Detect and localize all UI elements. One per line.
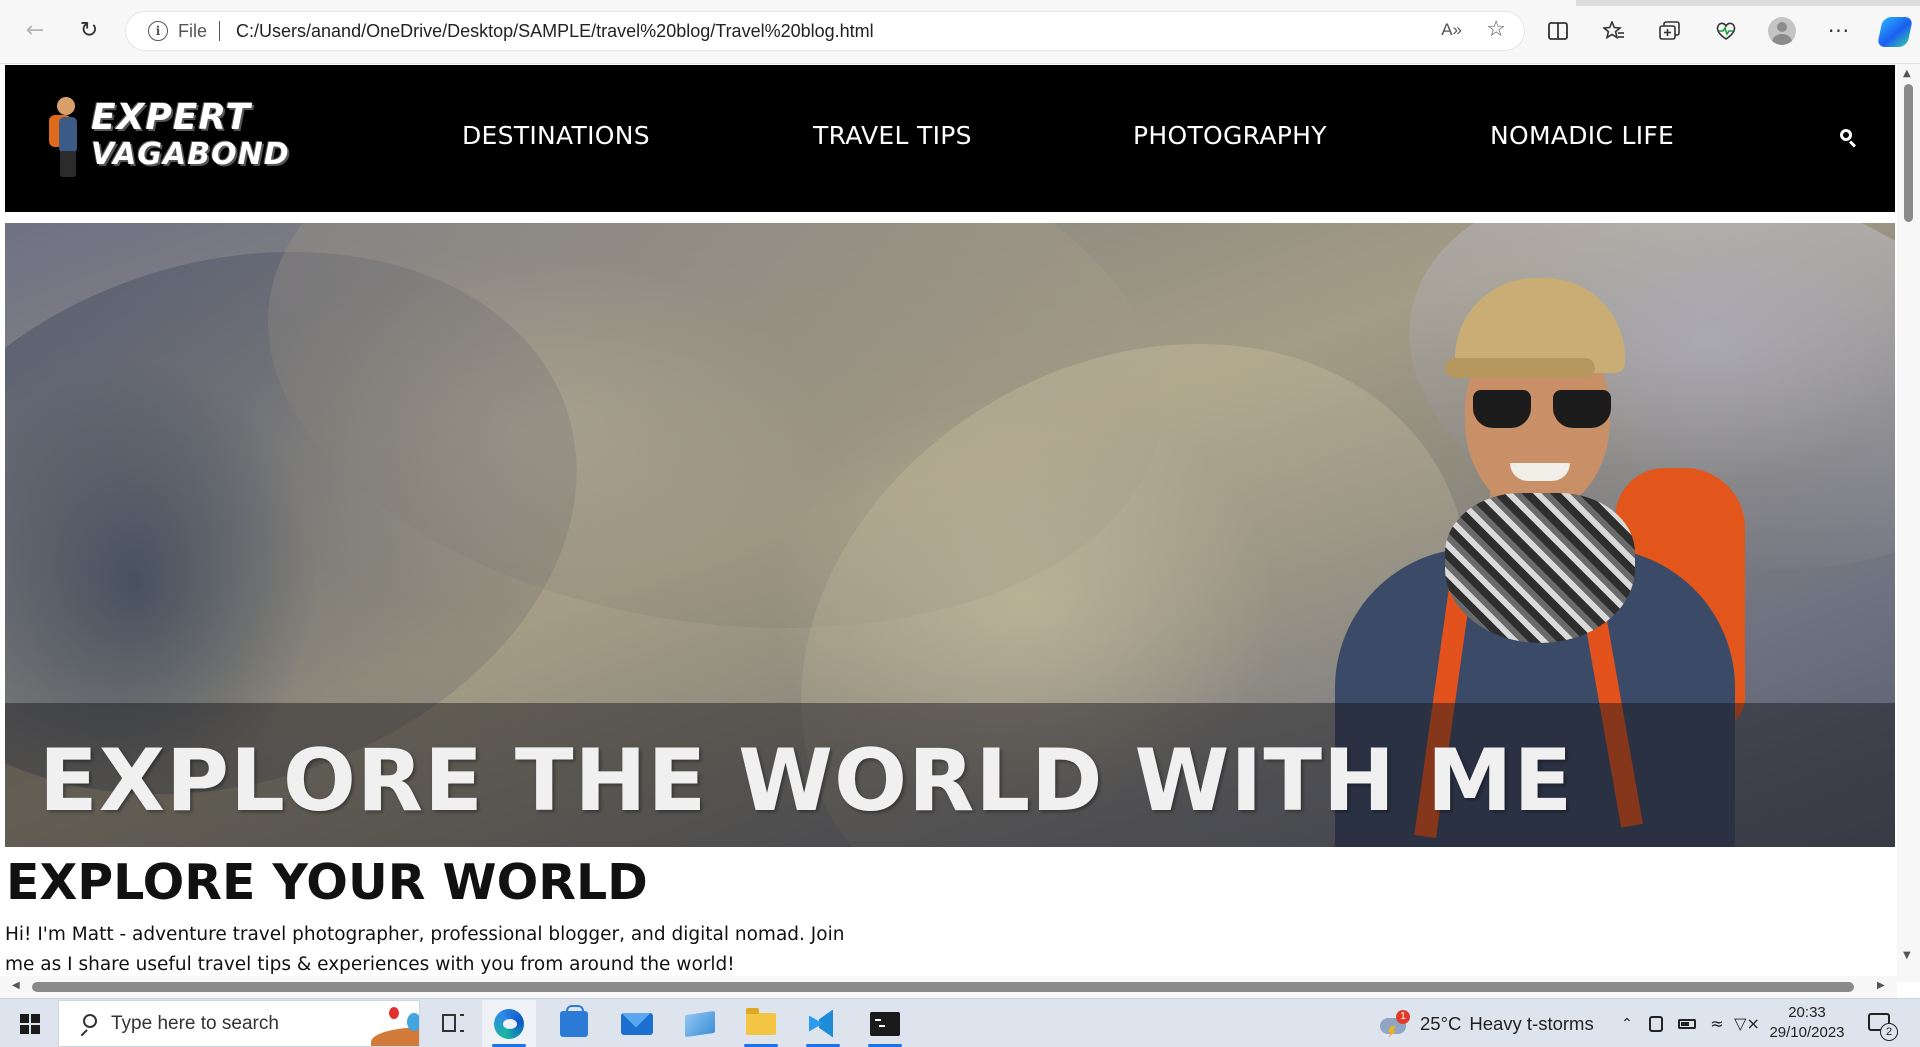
browser-essentials-button[interactable] (1709, 14, 1743, 48)
search-icon (77, 1013, 99, 1036)
collections-button[interactable] (1653, 14, 1687, 48)
weather-alert-badge: 1 (1396, 1009, 1410, 1024)
intro-paragraph: Hi! I'm Matt - adventure travel photogra… (5, 924, 845, 975)
section-heading: EXPLORE YOUR WORLD (6, 854, 648, 911)
favorites-button[interactable] (1597, 14, 1631, 48)
search-highlight-illustration (371, 1005, 419, 1046)
taskbar-app-device[interactable] (673, 1000, 727, 1047)
taskbar: Type here to search 1 25°C Heavy t-storm… (0, 998, 1920, 1047)
start-button[interactable] (8, 1005, 52, 1043)
logo-word-vagabond: VAGABOND (91, 137, 290, 172)
scroll-up-arrow-icon[interactable]: ▲ (1903, 68, 1911, 79)
volume-muted-icon[interactable]: ▽× (1734, 1000, 1760, 1047)
show-hidden-icons-chevron-icon[interactable]: ⌃ (1616, 1000, 1638, 1047)
hero-title: EXPLORE THE WORLD WITH ME (39, 731, 1574, 831)
site-logo[interactable]: EXPERT VAGABOND (45, 93, 289, 183)
horizontal-scroll-thumb[interactable] (32, 982, 1854, 992)
clock-time: 20:33 (1788, 1004, 1826, 1021)
active-tab-edge (0, 0, 1576, 6)
arrow-left-icon: ← (25, 18, 45, 43)
hero-banner: EXPLORE THE WORLD WITH ME (5, 223, 1895, 847)
backpacker-mascot-icon (49, 97, 85, 177)
nav-link-photography[interactable]: PHOTOGRAPHY (1133, 121, 1327, 150)
taskbar-app-file-explorer[interactable] (734, 1000, 788, 1047)
scroll-right-arrow-icon[interactable]: ▶ (1877, 980, 1885, 991)
heart-pulse-icon (1716, 22, 1736, 40)
star-icon[interactable]: ☆ (1486, 17, 1506, 42)
info-icon[interactable]: i (148, 21, 168, 41)
terminal-icon (870, 1011, 900, 1036)
split-screen-icon (1548, 22, 1568, 40)
reload-button[interactable]: ↻ (72, 14, 106, 48)
windows-logo-icon (20, 1014, 40, 1034)
weather-condition: Heavy t-storms (1469, 1012, 1594, 1034)
reload-icon: ↻ (79, 18, 99, 43)
vertical-scrollbar[interactable]: ▲ ▼ (1897, 64, 1920, 982)
nav-link-nomadic-life[interactable]: NOMADIC LIFE (1490, 121, 1674, 150)
laptop-icon (685, 1010, 715, 1037)
edge-icon (494, 1008, 524, 1039)
store-icon (560, 1004, 588, 1037)
scroll-left-arrow-icon[interactable]: ◀ (12, 980, 20, 991)
wifi-icon[interactable]: ≈ (1704, 1000, 1730, 1047)
copilot-icon[interactable] (1876, 17, 1914, 47)
weather-widget[interactable]: 1 25°C Heavy t-storms (1378, 1000, 1594, 1047)
task-view-icon (442, 1014, 456, 1032)
address-bar[interactable]: i File C:/Users/anand/OneDrive/Desktop/S… (126, 12, 1524, 50)
profile-avatar[interactable] (1768, 17, 1796, 45)
page-viewport: EXPERT VAGABOND DESTINATIONS TRAVEL TIPS… (0, 64, 1920, 998)
meet-now-icon[interactable] (1644, 1000, 1668, 1047)
more-button[interactable]: ··· (1822, 14, 1856, 48)
vertical-scroll-thumb[interactable] (1904, 84, 1913, 222)
search-icon[interactable] (1838, 127, 1860, 149)
nav-link-destinations[interactable]: DESTINATIONS (462, 121, 650, 150)
collections-icon (1659, 21, 1680, 40)
nav-link-travel-tips[interactable]: TRAVEL TIPS (813, 121, 972, 150)
taskbar-app-terminal[interactable] (858, 1000, 912, 1047)
taskbar-search-placeholder: Type here to search (111, 1012, 279, 1034)
taskbar-search-box[interactable]: Type here to search (58, 1000, 420, 1047)
browser-toolbar: ← ↻ i File C:/Users/anand/OneDrive/Deskt… (0, 0, 1920, 64)
site-header: EXPERT VAGABOND DESTINATIONS TRAVEL TIPS… (5, 65, 1895, 212)
address-separator (219, 21, 221, 41)
taskbar-app-mail[interactable] (610, 1000, 664, 1047)
vscode-icon (809, 1010, 837, 1038)
favorites-icon (1603, 21, 1624, 40)
back-button[interactable]: ← (18, 14, 52, 48)
clock-date: 29/10/2023 (1769, 1024, 1845, 1041)
taskbar-app-vscode[interactable] (796, 1000, 850, 1047)
tab-strip (0, 0, 1920, 6)
split-screen-button[interactable] (1541, 14, 1575, 48)
taskbar-app-store[interactable] (547, 1000, 601, 1047)
system-clock[interactable]: 20:33 29/10/2023 (1766, 1002, 1848, 1046)
folder-icon (746, 1007, 776, 1035)
file-scheme-label: File (178, 20, 208, 41)
battery-icon[interactable] (1674, 1000, 1700, 1047)
read-aloud-icon[interactable]: A» (1441, 20, 1462, 40)
mail-icon (621, 1012, 653, 1035)
url-text[interactable]: C:/Users/anand/OneDrive/Desktop/SAMPLE/t… (236, 21, 874, 42)
more-icon: ··· (1827, 19, 1851, 43)
task-view-button[interactable] (424, 1000, 478, 1047)
horizontal-scrollbar[interactable]: ◀ ▶ (0, 976, 1897, 998)
scroll-down-arrow-icon[interactable]: ▼ (1903, 950, 1911, 961)
weather-temperature: 25°C (1420, 1012, 1462, 1034)
taskbar-app-edge[interactable] (482, 1000, 536, 1047)
notification-count-badge: 2 (1880, 1023, 1898, 1041)
notification-center-button[interactable]: 2 (1862, 1007, 1898, 1041)
thunderstorm-icon: 1 (1378, 1009, 1412, 1038)
logo-word-expert: EXPERT (91, 97, 251, 138)
